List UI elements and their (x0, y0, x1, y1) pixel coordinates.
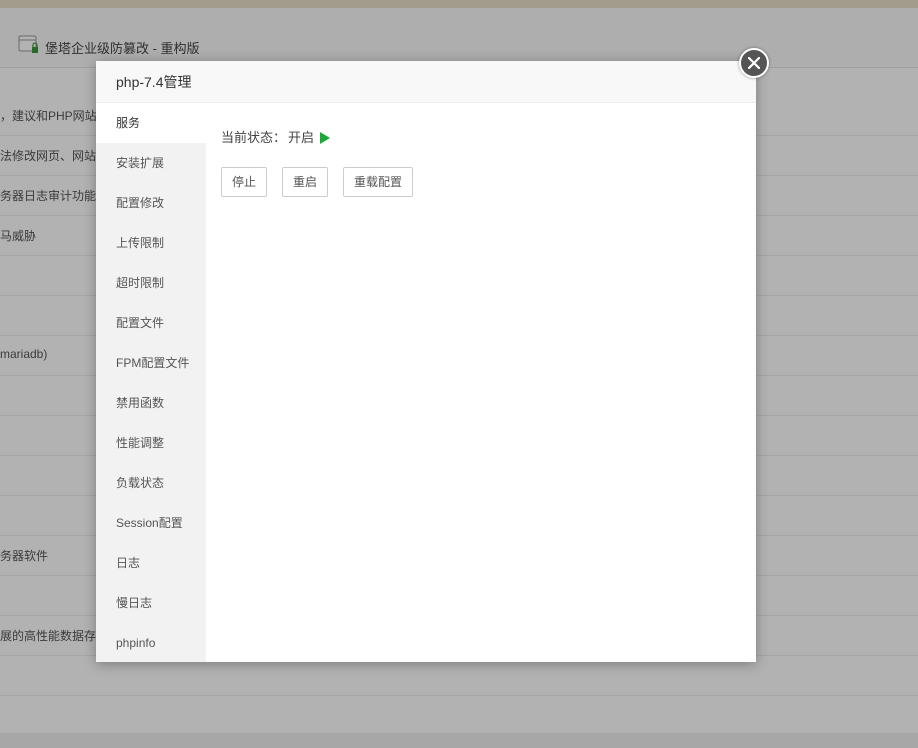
dialog-sidenav: 服务 安装扩展 配置修改 上传限制 超时限制 配置文件 FPM配置文件 禁用函数 性能调整 负载状… (96, 103, 206, 662)
reload-config-button[interactable]: 重载配置 (343, 167, 414, 197)
nav-item[interactable]: 安装扩展 (96, 143, 206, 183)
play-icon (320, 132, 331, 144)
status-value: 开启 (288, 130, 315, 145)
nav-item[interactable]: 超时限制 (96, 263, 206, 303)
service-buttons: 停止 重启 重载配置 (221, 167, 428, 197)
php-manage-dialog: php-7.4管理 服务 安装扩展 配置修改 上传限制 超时限制 配置文件 FPM配置文件禁… (96, 61, 756, 662)
nav-item[interactable]: Session配置 (96, 503, 206, 543)
nav-item[interactable]: 服务 (96, 103, 206, 143)
nav-item[interactable]: 慢日志 (96, 583, 206, 623)
nav-item[interactable]: FPM配置文件 (96, 343, 206, 383)
status-line: 当前状态： 开启 (221, 127, 428, 149)
nav-item[interactable]: 负载状态 (96, 463, 206, 503)
nav-item[interactable]: 性能调整 (96, 423, 206, 463)
nav-item[interactable]: 日志 (96, 543, 206, 583)
stop-button[interactable]: 停止 (221, 167, 268, 197)
nav-item[interactable]: 配置修改 (96, 183, 206, 223)
status-label: 当前状态： (221, 130, 287, 145)
nav-item[interactable]: 禁用函数 (96, 383, 206, 423)
dialog-title: php-7.4管理 (96, 61, 756, 103)
service-panel: 当前状态： 开启 停止 重启 重载配置 (221, 127, 428, 197)
nav-item[interactable]: 配置文件 (96, 303, 206, 343)
nav-item[interactable]: 上传限制 (96, 223, 206, 263)
nav-item[interactable]: phpinfo (96, 623, 206, 663)
restart-button[interactable]: 重启 (282, 167, 329, 197)
close-icon[interactable] (739, 48, 769, 78)
